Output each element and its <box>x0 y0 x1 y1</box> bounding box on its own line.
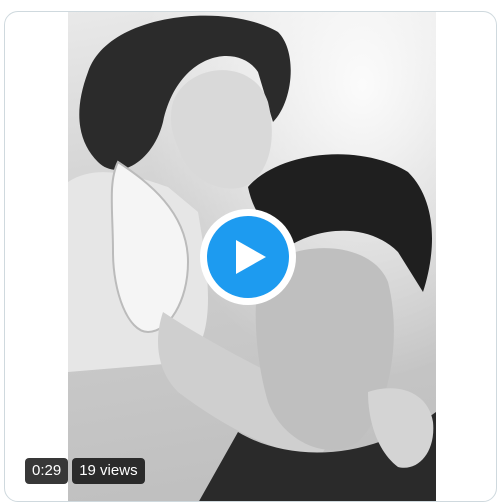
play-button[interactable] <box>200 209 296 305</box>
video-meta: 0:29 19 views <box>25 458 145 484</box>
media-card[interactable]: 0:29 19 views <box>4 11 497 502</box>
video-duration: 0:29 <box>25 458 69 484</box>
play-icon <box>236 240 266 274</box>
view-count: 19 views <box>72 458 145 484</box>
play-button-circle <box>207 216 289 298</box>
